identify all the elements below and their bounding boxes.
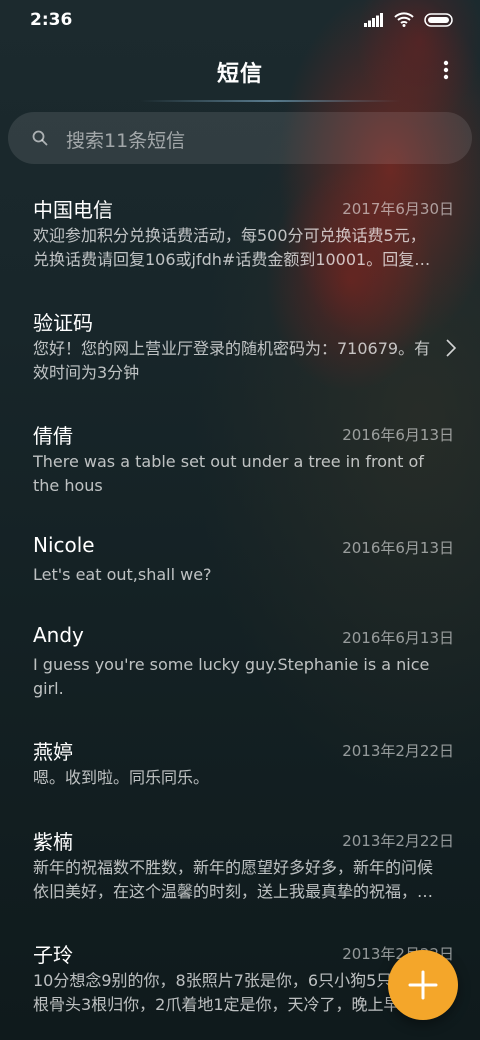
battery-icon <box>424 12 453 27</box>
message-date: 2013年2月22日 <box>342 742 454 760</box>
message-sender: 验证码 <box>33 311 93 335</box>
message-item[interactable]: Andy 2016年6月13日 I guess you're some luck… <box>0 611 480 723</box>
compose-button[interactable] <box>388 950 458 1020</box>
message-sender: Nicole <box>33 533 95 557</box>
message-preview: I guess you're some lucky guy.Stephanie … <box>33 655 430 698</box>
message-preview: Let's eat out,shall we? <box>33 565 212 584</box>
status-icons <box>364 12 454 27</box>
message-sender: 紫楠 <box>33 830 73 854</box>
message-item[interactable]: 中国电信 2017年6月30日 欢迎参加积分兑换话费活动，每500分可兑换话费5… <box>0 182 480 294</box>
message-preview: 10分想念9别的你，8张照片7张是你，6只小狗5只狗，4根骨头3根归你，2爪着地… <box>33 971 435 1014</box>
message-preview: 嗯。收到啦。同乐同乐。 <box>33 768 210 787</box>
message-sender: 中国电信 <box>33 198 113 222</box>
status-bar: 2:36 <box>0 0 480 40</box>
message-date: 2016年6月13日 <box>342 539 454 557</box>
header: 短信 <box>0 52 480 92</box>
message-preview: 欢迎参加积分兑换话费活动，每500分可兑换话费5元，兑换话费请回复106或jfd… <box>33 226 431 269</box>
message-item[interactable]: 紫楠 2013年2月22日 新年的祝福数不胜数，新年的愿望好多好多，新年的问候依… <box>0 814 480 926</box>
message-sender: 子玲 <box>33 943 73 967</box>
plus-icon <box>408 970 438 1000</box>
search-icon <box>32 130 48 146</box>
message-date: 2016年6月13日 <box>342 629 454 647</box>
message-item[interactable]: Nicole 2016年6月13日 Let's eat out,shall we… <box>0 521 480 611</box>
header-divider <box>140 100 400 102</box>
message-date: 2013年2月22日 <box>342 832 454 850</box>
message-item[interactable]: 倩倩 2016年6月13日 There was a table set out … <box>0 408 480 520</box>
message-item[interactable]: 验证码 您好！您的网上营业厅登录的随机密码为：710679。有效时间为3分钟 <box>0 295 480 407</box>
message-sender: Andy <box>33 623 84 647</box>
search-input[interactable]: 搜索11条短信 <box>8 112 472 164</box>
message-item[interactable]: 燕婷 2013年2月22日 嗯。收到啦。同乐同乐。 <box>0 724 480 814</box>
chevron-right-icon[interactable] <box>446 339 456 357</box>
message-date: 2017年6月30日 <box>342 200 454 218</box>
message-preview: There was a table set out under a tree i… <box>33 452 424 495</box>
message-sender: 燕婷 <box>33 740 73 764</box>
status-time: 2:36 <box>30 10 73 30</box>
signal-icon <box>364 12 383 27</box>
message-preview: 您好！您的网上营业厅登录的随机密码为：710679。有效时间为3分钟 <box>33 339 431 382</box>
wifi-icon <box>394 12 414 27</box>
message-preview: 新年的祝福数不胜数，新年的愿望好多好多，新年的问候依旧美好，在这个温馨的时刻，送… <box>33 858 434 901</box>
page-title: 短信 <box>216 62 263 87</box>
message-date: 2016年6月13日 <box>342 426 454 444</box>
search-placeholder: 搜索11条短信 <box>66 130 186 152</box>
more-vertical-icon[interactable] <box>438 58 454 82</box>
message-sender: 倩倩 <box>33 424 73 448</box>
